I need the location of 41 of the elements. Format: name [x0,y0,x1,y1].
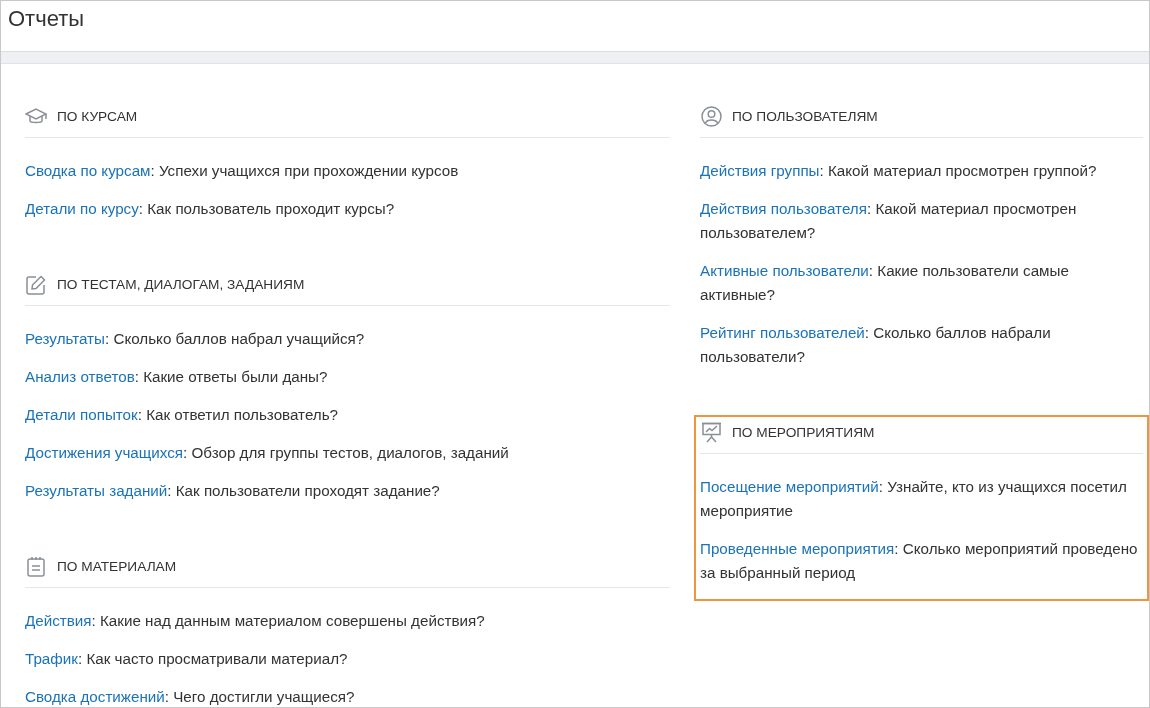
report-link[interactable]: Действия группы [700,162,820,179]
report-description: Посещение мероприятий: Узнайте, кто из учащихся посетил мероприятие [700,477,1128,521]
report-description: Проведенные мероприятия: Сколько мероприятий проведено за выбранный период [700,539,1139,583]
section-heading: ПО МАТЕРИАЛАМ [57,559,177,574]
report-link[interactable]: Посещение мероприятий [700,478,879,495]
graduation-cap-icon [25,107,47,126]
report-description: Результаты: Сколько баллов набрал учащийся? [25,329,366,349]
report-link[interactable]: Сводка по курсам [25,162,151,179]
report-link[interactable]: Действия пользователя [700,200,867,217]
report-link[interactable]: Сводка достижений [25,688,165,705]
report-link[interactable]: Рейтинг пользователей [700,324,865,341]
report-link[interactable]: Детали попыток [25,406,138,423]
report-description: Действия: Какие над данным материалом совершены действия? [25,611,486,631]
pencil-edit-icon [26,274,46,295]
page-title: Отчеты [7,5,86,32]
report-description: Сводка по курсам: Успехи учащихся при прохождении курсов [25,161,460,181]
report-description: Рейтинг пользователей: Сколько баллов набрали пользователи? [700,323,1052,367]
report-description: Детали по курсу: Как пользователь проходит курсы? [25,199,396,219]
report-link[interactable]: Анализ ответов [25,368,135,385]
report-description: Действия группы: Какой материал просмотрен группой? [700,161,1098,181]
report-description: Достижения учащихся: Обзор для группы тестов, диалогов, заданий [25,443,510,463]
section-heading: ПО ПОЛЬЗОВАТЕЛЯМ [732,109,878,124]
report-link[interactable]: Трафик [25,650,78,667]
report-description: Результаты заданий: Как пользователи проходят задание? [25,481,441,501]
presentation-board-icon [700,422,722,443]
report-description: Детали попыток: Как ответил пользователь? [25,405,340,425]
section-heading: ПО ТЕСТАМ, ДИАЛОГАМ, ЗАДАНИЯМ [57,277,305,292]
section-heading: ПО КУРСАМ [57,109,138,124]
report-description: Сводка достижений: Чего достигли учащиеся? [25,687,356,707]
report-link[interactable]: Действия [25,612,92,629]
report-description: Трафик: Как часто просматривали материал? [25,649,349,669]
report-link[interactable]: Детали по курсу [25,200,139,217]
report-link[interactable]: Достижения учащихся [25,444,184,461]
section-heading: ПО МЕРОПРИЯТИЯМ [732,425,875,440]
report-description: Анализ ответов: Какие ответы были даны? [25,367,329,387]
report-description: Действия пользователя: Какой материал просмотрен пользователем? [700,199,1078,243]
report-description: Активные пользователи: Какие пользователи самые активные? [700,261,1070,305]
user-circle-icon [700,106,722,127]
report-link[interactable]: Результаты [25,330,105,347]
report-link[interactable]: Активные пользователи [700,262,869,279]
notepad-icon [27,556,45,577]
